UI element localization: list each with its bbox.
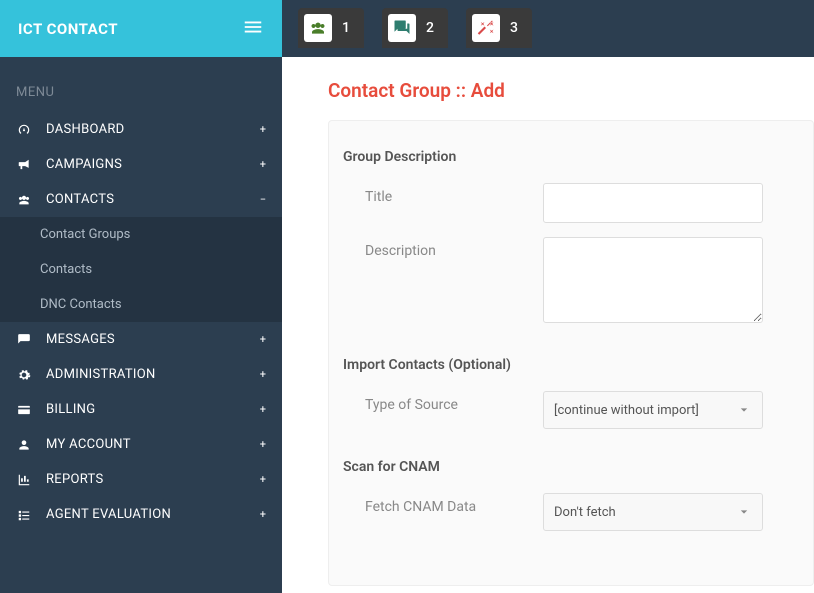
sidebar-item-reports[interactable]: REPORTS + bbox=[0, 462, 282, 497]
settings-icon bbox=[16, 368, 32, 382]
step-number: 2 bbox=[426, 20, 434, 36]
description-textarea[interactable] bbox=[543, 237, 763, 323]
chat-icon bbox=[388, 14, 416, 42]
sidebar: MENU DASHBOARD + CAMPAIGNS + CONTACTS − … bbox=[0, 57, 282, 593]
menu-label: MY ACCOUNT bbox=[46, 437, 246, 452]
sidebar-item-contacts[interactable]: CONTACTS − bbox=[0, 182, 282, 217]
section-group-description: Group Description bbox=[343, 149, 783, 165]
logo-bar: ICT CONTACT bbox=[0, 0, 282, 57]
main-content: Contact Group :: Add Group Description T… bbox=[282, 57, 814, 593]
section-import-contacts: Import Contacts (Optional) bbox=[343, 357, 783, 373]
chart-icon bbox=[16, 473, 32, 487]
menu-label: REPORTS bbox=[46, 472, 246, 487]
sidebar-item-agent-evaluation[interactable]: AGENT EVALUATION + bbox=[0, 497, 282, 532]
chevron-down-icon bbox=[734, 508, 754, 516]
contacts-submenu: Contact Groups Contacts DNC Contacts bbox=[0, 217, 282, 322]
menu-header: MENU bbox=[0, 57, 282, 112]
menu-label: CONTACTS bbox=[46, 192, 246, 207]
step-number: 1 bbox=[342, 20, 350, 36]
bullhorn-icon bbox=[16, 158, 32, 172]
type-source-select[interactable]: [continue without import] bbox=[543, 391, 763, 429]
user-icon bbox=[16, 438, 32, 452]
app-name: ICT CONTACT bbox=[18, 20, 118, 38]
sidebar-item-my-account[interactable]: MY ACCOUNT + bbox=[0, 427, 282, 462]
plus-icon: + bbox=[260, 508, 266, 521]
users-icon bbox=[304, 14, 332, 42]
plus-icon: + bbox=[260, 438, 266, 451]
form-card: Group Description Title Description Impo… bbox=[328, 120, 814, 586]
step-tab-2[interactable]: 2 bbox=[382, 8, 448, 48]
fetch-cnam-select[interactable]: Don't fetch bbox=[543, 493, 763, 531]
description-label: Description bbox=[343, 237, 543, 259]
hamburger-icon bbox=[242, 16, 264, 38]
dashboard-icon bbox=[16, 123, 32, 137]
title-label: Title bbox=[343, 183, 543, 205]
sidebar-item-messages[interactable]: MESSAGES + bbox=[0, 322, 282, 357]
plus-icon: + bbox=[260, 368, 266, 381]
menu-label: MESSAGES bbox=[46, 332, 246, 347]
sidebar-item-administration[interactable]: ADMINISTRATION + bbox=[0, 357, 282, 392]
step-tab-3[interactable]: 3 bbox=[466, 8, 532, 48]
step-number: 3 bbox=[510, 20, 518, 36]
select-value: Don't fetch bbox=[554, 505, 616, 520]
sidebar-item-campaigns[interactable]: CAMPAIGNS + bbox=[0, 147, 282, 182]
sidebar-subitem-contacts[interactable]: Contacts bbox=[0, 252, 282, 287]
sidebar-subitem-contact-groups[interactable]: Contact Groups bbox=[0, 217, 282, 252]
menu-label: CAMPAIGNS bbox=[46, 157, 246, 172]
menu-toggle-button[interactable] bbox=[242, 16, 264, 42]
users-icon bbox=[16, 193, 32, 207]
minus-icon: − bbox=[260, 193, 266, 206]
type-source-label: Type of Source bbox=[343, 391, 543, 413]
sidebar-item-dashboard[interactable]: DASHBOARD + bbox=[0, 112, 282, 147]
menu-label: AGENT EVALUATION bbox=[46, 507, 246, 522]
menu-label: DASHBOARD bbox=[46, 122, 246, 137]
section-scan-cnam: Scan for CNAM bbox=[343, 459, 783, 475]
plus-icon: + bbox=[260, 333, 266, 346]
list-icon bbox=[16, 508, 32, 522]
sidebar-subitem-dnc-contacts[interactable]: DNC Contacts bbox=[0, 287, 282, 322]
plus-icon: + bbox=[260, 158, 266, 171]
wand-icon bbox=[472, 14, 500, 42]
plus-icon: + bbox=[260, 403, 266, 416]
plus-icon: + bbox=[260, 473, 266, 486]
select-value: [continue without import] bbox=[554, 403, 699, 418]
fetch-cnam-label: Fetch CNAM Data bbox=[343, 493, 543, 515]
step-tab-1[interactable]: 1 bbox=[298, 8, 364, 48]
page-title: Contact Group :: Add bbox=[328, 79, 814, 102]
credit-card-icon bbox=[16, 403, 32, 417]
wizard-steps: 1 2 3 bbox=[282, 0, 814, 57]
comment-icon bbox=[16, 333, 32, 347]
sidebar-item-billing[interactable]: BILLING + bbox=[0, 392, 282, 427]
menu-label: BILLING bbox=[46, 402, 246, 417]
title-input[interactable] bbox=[543, 183, 763, 223]
chevron-down-icon bbox=[734, 406, 754, 414]
plus-icon: + bbox=[260, 123, 266, 136]
menu-label: ADMINISTRATION bbox=[46, 367, 246, 382]
